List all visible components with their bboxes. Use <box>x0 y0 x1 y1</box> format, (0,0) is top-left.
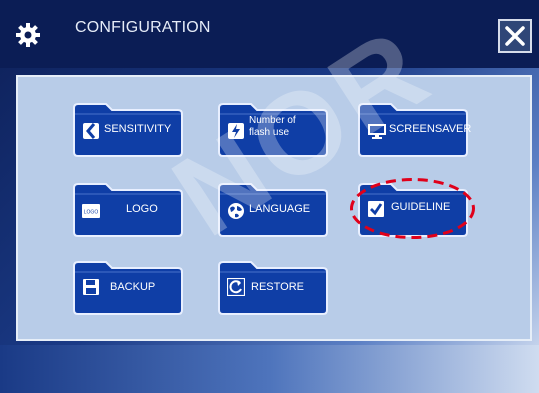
bottom-strip <box>0 345 539 393</box>
title-bar: CONFIGURATION <box>0 0 539 68</box>
backup-button[interactable]: BACKUP <box>70 258 186 316</box>
flash-icon <box>228 123 244 139</box>
monitor-icon <box>368 124 386 139</box>
screensaver-label: SCREENSAVER <box>389 123 472 135</box>
flash-use-label: Number of flash use <box>249 115 296 139</box>
flash-use-label-line1: Number of <box>249 115 296 126</box>
restore-label: RESTORE <box>251 281 304 293</box>
gear-icon[interactable] <box>15 22 41 48</box>
restore-button[interactable]: RESTORE <box>215 258 331 316</box>
sensitivity-label: SENSITIVITY <box>104 123 172 135</box>
window-title: CONFIGURATION <box>75 19 211 36</box>
logo-icon: LOGO <box>82 204 100 218</box>
save-icon <box>83 279 99 295</box>
logo-button[interactable]: LOGO LOGO <box>70 180 186 238</box>
logo-icon-text: LOGO <box>84 210 99 216</box>
sensitivity-button[interactable]: SENSITIVITY <box>70 100 186 158</box>
logo-label: LOGO <box>126 203 158 215</box>
checkbox-checked-icon <box>368 201 384 217</box>
sensitivity-icon <box>83 123 99 139</box>
flash-use-label-line2: flash use <box>249 127 290 138</box>
close-icon <box>505 26 525 46</box>
flash-use-button[interactable]: Number of flash use <box>215 100 331 158</box>
language-label: LANGUAGE <box>249 203 311 215</box>
screensaver-button[interactable]: SCREENSAVER <box>355 100 471 158</box>
guideline-label: GUIDELINE <box>391 201 451 213</box>
backup-label: BACKUP <box>110 281 156 293</box>
language-button[interactable]: LANGUAGE <box>215 180 331 238</box>
close-button[interactable] <box>498 19 532 53</box>
globe-icon <box>228 203 244 219</box>
guideline-button[interactable]: GUIDELINE <box>355 180 471 238</box>
restore-icon <box>227 278 245 296</box>
